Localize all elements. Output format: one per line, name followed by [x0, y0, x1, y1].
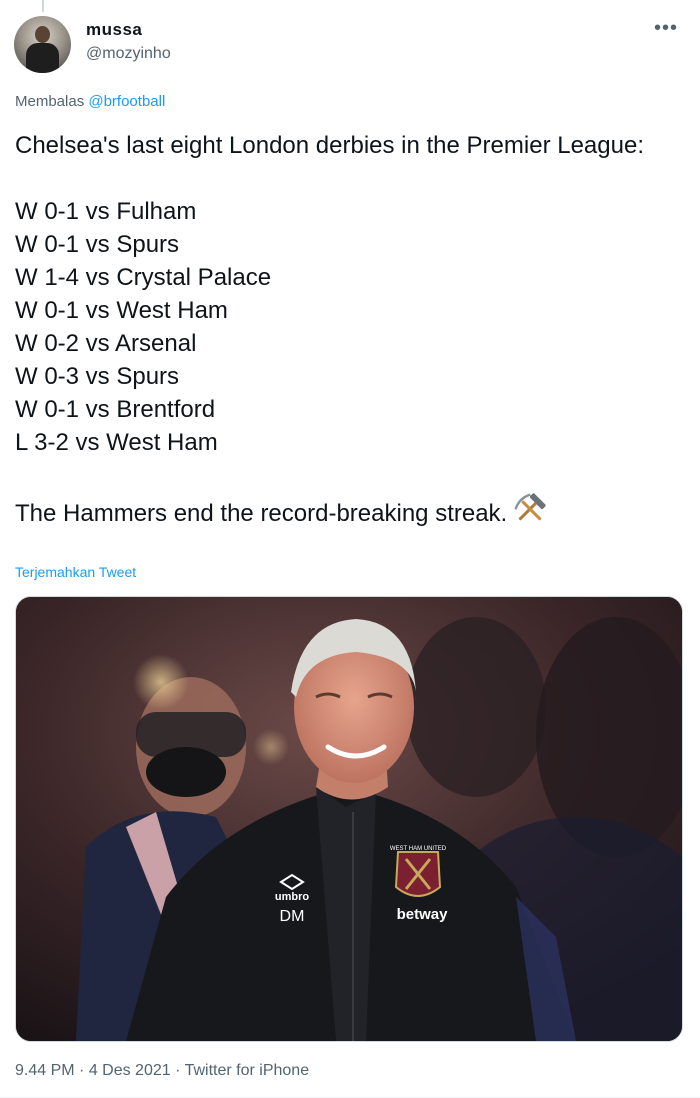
tweet-source: Twitter for iPhone: [184, 1062, 310, 1079]
tweet-time[interactable]: 9.44 PM: [15, 1062, 75, 1079]
tweet-text: Chelsea's last eight London derbies in t…: [15, 129, 675, 530]
reply-target-link[interactable]: @brfootball: [88, 93, 165, 110]
tweet-closing: The Hammers end the record-breaking stre…: [15, 500, 508, 527]
reply-context: Membalas @brfootball: [15, 93, 165, 110]
tweet: mussa @mozyinho ••• Membalas @brfootball…: [0, 0, 700, 1098]
hammer-and-pick-icon: [514, 493, 546, 521]
translate-tweet-link[interactable]: Terjemahkan Tweet: [15, 564, 136, 580]
photo-illustration: umbro DM WEST HAM UNITED betway: [16, 597, 682, 1041]
tweet-line: L 3-2 vs West Ham: [15, 429, 218, 456]
photo-badge-text: WEST HAM UNITED: [390, 846, 447, 852]
tweet-line: W 0-1 vs Fulham: [15, 198, 197, 225]
tweet-meta: 9.44 PM · 4 Des 2021 · Twitter for iPhon…: [15, 1062, 309, 1080]
tweet-line: W 1-4 vs Crystal Palace: [15, 264, 272, 291]
tweet-line: Chelsea's last eight London derbies in t…: [15, 132, 644, 159]
avatar-head: [35, 26, 50, 43]
meta-separator: ·: [170, 1062, 185, 1079]
avatar-body: [26, 43, 59, 73]
photo-initials: DM: [280, 908, 305, 925]
avatar[interactable]: [14, 16, 71, 73]
tweet-line: W 0-1 vs Spurs: [15, 231, 180, 258]
photo-sponsor: betway: [397, 906, 449, 923]
meta-separator: ·: [74, 1062, 89, 1079]
thread-line: [42, 0, 44, 12]
user-handle[interactable]: @mozyinho: [86, 45, 171, 63]
photo-jacket-brand: umbro: [275, 891, 310, 903]
tweet-photo[interactable]: umbro DM WEST HAM UNITED betway: [15, 596, 683, 1042]
display-name[interactable]: mussa: [86, 20, 142, 40]
tweet-line: W 0-1 vs Brentford: [15, 396, 216, 423]
reply-prefix: Membalas: [15, 93, 89, 110]
ellipsis-icon[interactable]: •••: [654, 18, 678, 38]
tweet-line: W 0-1 vs West Ham: [15, 297, 228, 324]
tweet-line: W 0-2 vs Arsenal: [15, 330, 197, 357]
tweet-line: W 0-3 vs Spurs: [15, 363, 180, 390]
tweet-date[interactable]: 4 Des 2021: [89, 1062, 171, 1079]
